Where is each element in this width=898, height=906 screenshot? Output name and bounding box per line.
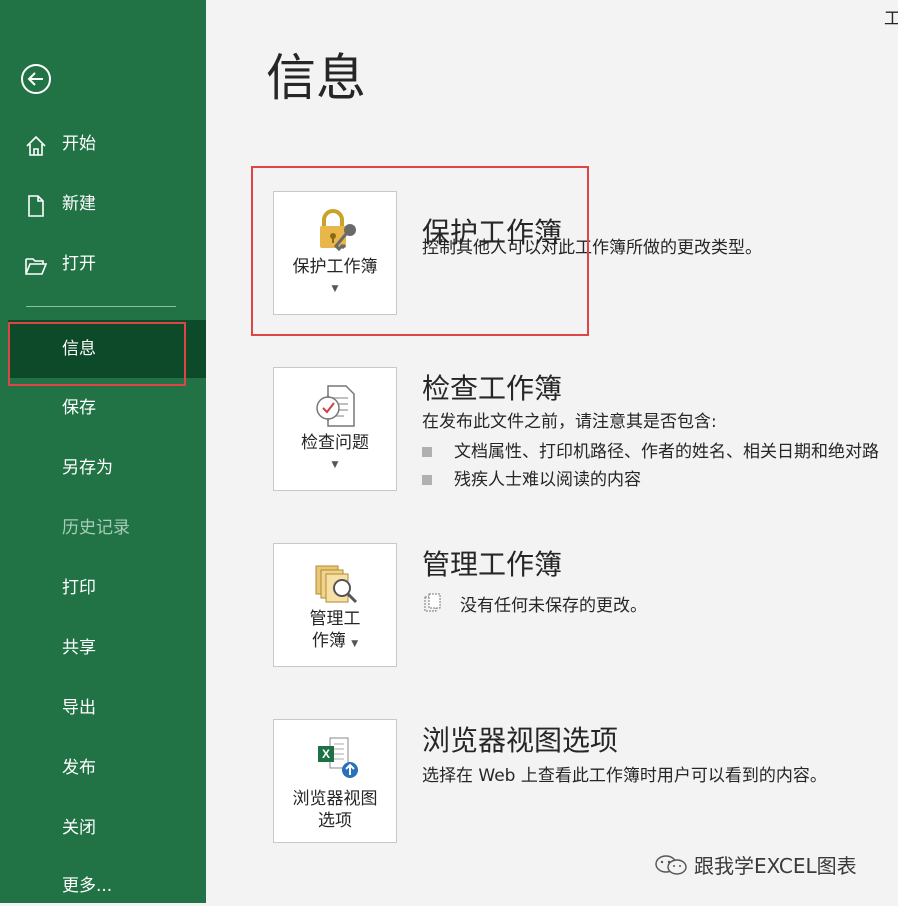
nav-item-label: 导出 <box>62 698 96 718</box>
nav-item-publish[interactable]: 发布 <box>0 748 206 788</box>
tile-label-line2: 选项 <box>318 811 352 831</box>
browser-view-options-button[interactable]: X 浏览器视图 选项 <box>273 719 397 843</box>
tile-label: 检查问题 <box>301 433 369 453</box>
nav-item-label: 开始 <box>62 134 96 154</box>
nav-item-label: 信息 <box>62 339 96 359</box>
section-title: 管理工作簿 <box>422 548 563 581</box>
nav-item-print[interactable]: 打印 <box>0 568 206 608</box>
browser-view-section: X 浏览器视图 选项 浏览器视图选项 选择在 Web 上查看此工作簿时用户可以看… <box>273 719 898 849</box>
nav-item-close[interactable]: 关闭 <box>0 808 206 848</box>
open-folder-icon <box>24 253 48 277</box>
section-description: 在发布此文件之前，请注意其是否包含: <box>422 412 717 432</box>
nav-item-label: 打开 <box>62 254 96 274</box>
nav-item-label: 另存为 <box>62 458 113 478</box>
tile-label-line2: 作簿 ▼ <box>311 631 359 651</box>
page-title: 信息 <box>266 49 366 107</box>
section-title: 检查工作簿 <box>422 372 563 405</box>
bullet-square-icon <box>422 447 432 457</box>
section-description: 选择在 Web 上查看此工作簿时用户可以看到的内容。 <box>422 766 827 786</box>
manage-workbook-button[interactable]: 管理工 作簿 ▼ <box>273 543 397 667</box>
nav-item-export[interactable]: 导出 <box>0 688 206 728</box>
nav-item-label: 历史记录 <box>62 518 130 538</box>
protect-workbook-button[interactable]: 保护工作簿 ▼ <box>273 191 397 315</box>
nav-item-save-as[interactable]: 另存为 <box>0 448 206 488</box>
backstage-sidebar: 开始 新建 打开 信息 保存 另存为 历史记录 打印 共享 导出 发布 关闭 更… <box>0 0 206 903</box>
manage-workbook-section: 管理工 作簿 ▼ 管理工作簿 没有任何未保存的更改。 <box>273 543 898 673</box>
bullet-square-icon <box>422 475 432 485</box>
nav-item-history: 历史记录 <box>0 508 206 548</box>
sidebar-divider <box>26 306 176 307</box>
svg-text:X: X <box>322 747 330 761</box>
list-item: 残疾人士难以阅读的内容 <box>422 465 641 490</box>
nav-item-label: 新建 <box>62 194 96 214</box>
back-arrow-icon[interactable] <box>20 63 52 95</box>
lock-key-icon <box>312 206 360 254</box>
nav-item-home[interactable]: 开始 <box>0 124 206 164</box>
window-title-fragment: 工 <box>884 9 898 29</box>
wechat-icon <box>654 854 688 881</box>
inspect-workbook-section: 检查问题 ▼ 检查工作簿 在发布此文件之前，请注意其是否包含: 文档属性、打印机… <box>273 367 898 497</box>
protect-workbook-section: 保护工作簿 ▼ 保护工作簿 控制其他人可以对此工作簿所做的更改类型。 <box>273 191 898 321</box>
home-icon <box>24 133 48 157</box>
browser-view-icon: X <box>312 734 360 782</box>
inspect-document-icon <box>312 382 360 430</box>
manage-workbook-icon <box>312 558 360 606</box>
nav-item-label: 打印 <box>62 578 96 598</box>
check-issues-button[interactable]: 检查问题 ▼ <box>273 367 397 491</box>
tile-label-line1: 浏览器视图 <box>292 789 378 809</box>
section-title: 浏览器视图选项 <box>422 724 619 757</box>
watermark: 跟我学EXCEL图表 <box>654 850 857 881</box>
chevron-down-icon: ▼ <box>351 639 359 649</box>
nav-item-label: 更多... <box>62 876 113 896</box>
nav-item-label: 保存 <box>62 398 96 418</box>
watermark-text: 跟我学EXCEL图表 <box>694 854 857 878</box>
nav-item-more[interactable]: 更多... <box>0 866 206 906</box>
chevron-down-icon: ▼ <box>331 284 339 294</box>
tile-label: 保护工作簿 <box>292 257 378 277</box>
nav-item-new[interactable]: 新建 <box>0 184 206 224</box>
nav-item-label: 发布 <box>62 758 96 778</box>
new-file-icon <box>24 193 48 217</box>
nav-item-info[interactable]: 信息 <box>8 320 206 378</box>
nav-item-share[interactable]: 共享 <box>0 628 206 668</box>
chevron-down-icon: ▼ <box>331 460 339 470</box>
nav-item-label: 共享 <box>62 638 96 658</box>
nav-item-label: 关闭 <box>62 818 96 838</box>
document-copy-icon <box>423 593 443 617</box>
nav-item-open[interactable]: 打开 <box>0 244 206 284</box>
tile-label-line1: 管理工 <box>309 609 361 629</box>
nav-item-save[interactable]: 保存 <box>0 388 206 428</box>
section-description: 没有任何未保存的更改。 <box>460 596 647 616</box>
list-item: 文档属性、打印机路径、作者的姓名、相关日期和绝对路 <box>422 437 879 462</box>
section-description: 控制其他人可以对此工作簿所做的更改类型。 <box>422 238 762 258</box>
